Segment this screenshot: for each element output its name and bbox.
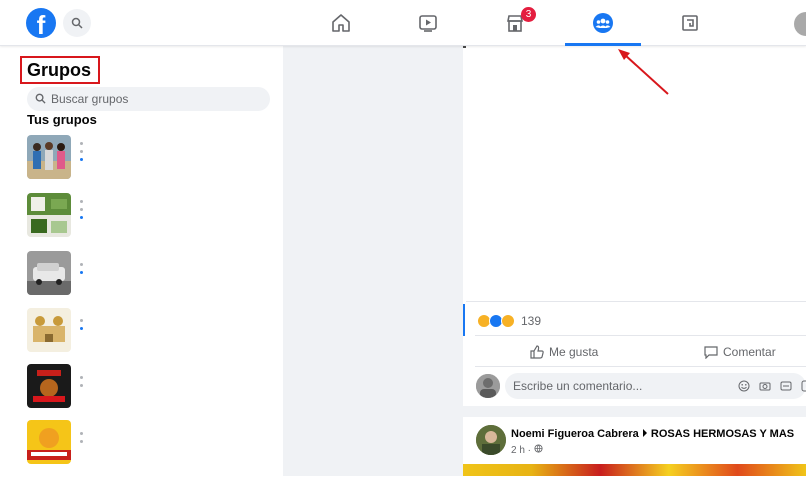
group-photo	[27, 135, 71, 179]
watch-icon	[419, 15, 437, 32]
wow-reaction-icon	[501, 314, 515, 328]
comment-icon	[704, 346, 718, 359]
post-media[interactable]	[466, 46, 806, 302]
group-meta	[80, 142, 84, 166]
group-photo	[27, 308, 71, 352]
search-button[interactable]	[63, 9, 91, 37]
search-icon	[71, 17, 83, 29]
nav-gaming[interactable]	[652, 0, 728, 46]
search-icon	[35, 93, 46, 104]
reaction-summary[interactable]: 139	[477, 313, 541, 329]
emoji-icon[interactable]	[737, 379, 751, 393]
group-thumbnail[interactable]	[27, 251, 71, 295]
group-photo	[27, 364, 71, 408]
groups-icon	[593, 13, 613, 33]
group-meta	[80, 263, 84, 279]
facebook-logo[interactable]: f	[26, 8, 56, 38]
group-thumbnail[interactable]	[27, 135, 71, 179]
notification-badge: 3	[521, 7, 536, 22]
like-button[interactable]: Me gusta	[530, 342, 598, 362]
comment-tools	[737, 379, 806, 393]
gif-icon[interactable]	[779, 379, 793, 393]
caret-right-icon	[642, 429, 647, 437]
sidebar-title: Grupos	[20, 56, 100, 84]
comment-label: Comentar	[723, 345, 776, 359]
group-meta	[80, 200, 84, 224]
group-meta	[80, 319, 84, 335]
layout-gutter	[283, 46, 463, 476]
group-thumbnail[interactable]	[27, 193, 71, 237]
nav-marketplace[interactable]: 3	[477, 0, 553, 46]
post-header: Noemi Figueroa Cabrera ROSAS HERMOSAS Y …	[511, 428, 794, 440]
globe-icon	[534, 444, 543, 453]
group-name[interactable]: ROSAS HERMOSAS Y MAS	[651, 428, 794, 440]
comment-button[interactable]: Comentar	[704, 342, 776, 362]
top-navigation-bar: f 3	[0, 0, 806, 46]
group-meta	[80, 432, 84, 448]
group-photo	[27, 251, 71, 295]
reaction-count: 139	[521, 314, 542, 328]
profile-avatar[interactable]	[794, 12, 806, 36]
home-icon	[332, 14, 350, 32]
comment-placeholder: Escribe un comentario...	[513, 379, 643, 393]
group-photo	[27, 420, 71, 464]
avatar[interactable]	[476, 374, 500, 398]
search-groups-input[interactable]: Buscar grupos	[27, 87, 270, 111]
post-time[interactable]: 2 h ·	[511, 444, 543, 456]
page-bottom	[0, 476, 806, 490]
group-thumbnail[interactable]	[27, 308, 71, 352]
group-thumbnail[interactable]	[27, 420, 71, 464]
nav-home[interactable]	[303, 0, 379, 46]
sticker-icon[interactable]	[800, 379, 806, 393]
gaming-icon	[682, 15, 698, 31]
like-label: Me gusta	[549, 345, 599, 359]
nav-groups[interactable]	[565, 0, 641, 46]
author-name[interactable]: Noemi Figueroa Cabrera	[511, 428, 639, 440]
divider	[475, 366, 806, 367]
groups-sidebar: Grupos Buscar grupos Tus grupos	[0, 46, 283, 490]
divider	[475, 335, 806, 336]
camera-icon[interactable]	[758, 379, 772, 393]
author-photo	[476, 425, 506, 455]
avatar[interactable]	[476, 425, 506, 455]
user-photo	[476, 374, 500, 398]
nav-watch[interactable]	[390, 0, 466, 46]
group-meta	[80, 376, 84, 392]
your-groups-label: Tus grupos	[27, 112, 97, 127]
group-thumbnail[interactable]	[27, 364, 71, 408]
post-media[interactable]	[463, 464, 806, 476]
thumbs-up-icon	[530, 345, 544, 359]
focus-indicator	[463, 304, 465, 336]
search-placeholder: Buscar grupos	[51, 92, 129, 106]
group-photo	[27, 193, 71, 237]
